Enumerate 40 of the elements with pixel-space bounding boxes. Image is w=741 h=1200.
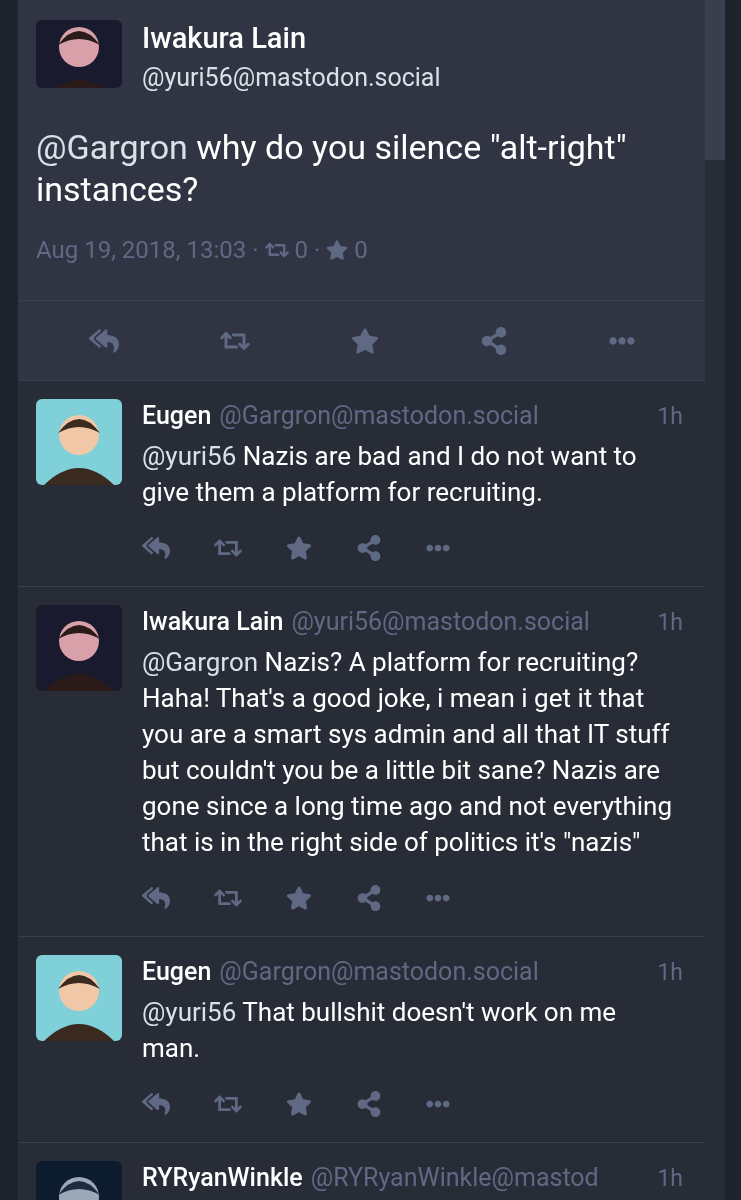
share-icon[interactable] (356, 535, 382, 561)
share-icon[interactable] (479, 326, 508, 355)
handle: @yuri56@mastodon.social (142, 62, 441, 94)
favourite-count: 0 (354, 235, 368, 266)
boost-count: 0 (294, 235, 308, 266)
handle: @Gargron@mastodon.social (219, 400, 539, 432)
handle: @yuri56@mastodon.social (291, 606, 590, 638)
timestamp: Aug 19, 2018, 13:03 (36, 235, 247, 266)
reply-all-icon[interactable] (142, 534, 170, 562)
display-name: Eugen (142, 956, 212, 988)
display-name: Iwakura Lain (142, 606, 284, 638)
mention-link[interactable]: @Gargron (36, 127, 188, 167)
separator: · (252, 235, 259, 266)
time: 1h (657, 608, 683, 638)
display-name: Eugen (142, 400, 212, 432)
scrollbar-thumb[interactable] (705, 0, 725, 160)
time: 1h (657, 958, 683, 988)
status-text: @Gargron why do you silence "alt-right" instances? (35, 126, 628, 210)
display-name: Iwakura Lain (142, 20, 308, 56)
star-icon[interactable] (286, 535, 312, 561)
mention-link[interactable]: @Gargron (142, 647, 259, 677)
separator: · (314, 235, 321, 266)
star-icon[interactable] (286, 885, 312, 911)
star-icon (326, 239, 349, 261)
time: 1h (657, 1164, 683, 1194)
mention-link[interactable]: @yuri56 (142, 997, 237, 1027)
reply-all-icon[interactable] (142, 1090, 170, 1118)
handle: @Gargron@mastodon.social (219, 956, 539, 988)
reply-text: @yuri56 That bullshit doesn't work on me man. (142, 996, 618, 1065)
share-icon[interactable] (356, 885, 382, 911)
star-icon[interactable] (350, 326, 379, 355)
reply-text: @Gargron Nazis? A platform for recruiting? Haha! That's a good joke, i mean i get it that you are a smart sys admin and all that IT stuff but couldn't you be a little bit sane? Nazis are gone since a long time ago and not everything that is in the right side of politics it's "nazis" (142, 646, 674, 859)
handle: @RYRyanWinkle@mastod (310, 1162, 599, 1194)
mention-link[interactable]: @yuri56 (142, 441, 237, 471)
reply-text: @yuri56 Nazis are bad and I do not want to give them a platform for recruiting. (142, 440, 638, 509)
time: 1h (657, 402, 683, 432)
display-name: RYRyanWinkle (142, 1162, 303, 1194)
share-icon[interactable] (356, 1091, 382, 1117)
star-icon[interactable] (286, 1091, 312, 1117)
reply-all-icon[interactable] (142, 884, 170, 912)
